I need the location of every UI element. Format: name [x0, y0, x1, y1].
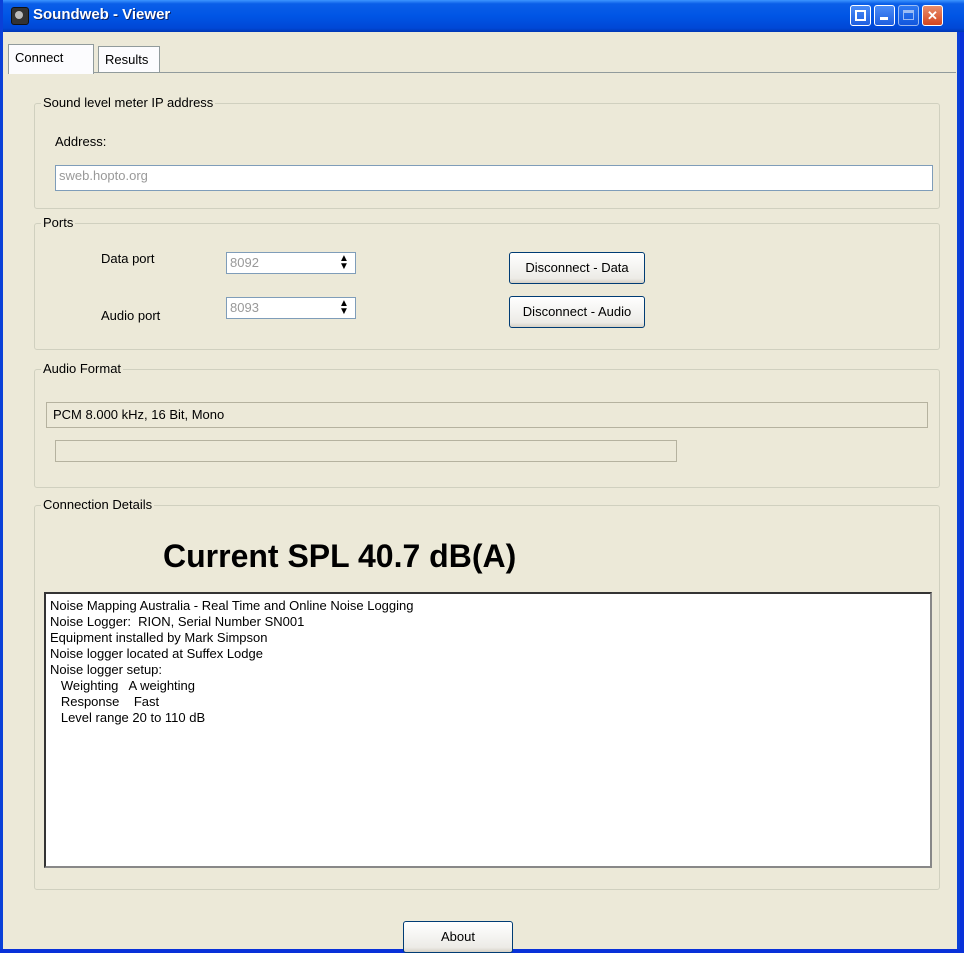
close-button[interactable]: ✕ [922, 5, 943, 26]
data-port-label: Data port [101, 251, 155, 266]
main-window: Soundweb - Viewer ✕ Connect Results Soun… [0, 0, 964, 953]
maximize-icon [903, 10, 914, 20]
connect-tab-page: Sound level meter IP address Address: sw… [8, 72, 956, 953]
tab-results[interactable]: Results [98, 46, 160, 72]
connection-log-textarea[interactable]: Noise Mapping Australia - Real Time and … [44, 592, 932, 868]
minimize-icon [880, 17, 888, 20]
ports-group-legend: Ports [41, 215, 76, 230]
audio-format-legend: Audio Format [41, 361, 124, 376]
tab-connect[interactable]: Connect [8, 44, 94, 74]
spin-arrows-icon[interactable]: ▲ ▼ [336, 299, 352, 317]
disconnect-data-button[interactable]: Disconnect - Data [509, 252, 645, 284]
audio-port-label: Audio port [101, 308, 161, 323]
maximize-button[interactable] [898, 5, 919, 26]
data-port-value: 8092 [230, 255, 259, 270]
data-port-stepper[interactable]: 8092 ▲ ▼ [226, 252, 356, 274]
help-button[interactable] [850, 5, 871, 26]
ip-address-group: Sound level meter IP address Address: sw… [34, 95, 940, 209]
spin-arrows-icon[interactable]: ▲ ▼ [336, 254, 352, 272]
audio-format-value: PCM 8.000 kHz, 16 Bit, Mono [46, 402, 928, 428]
audio-port-value: 8093 [230, 300, 259, 315]
address-input[interactable]: sweb.hopto.org [55, 165, 933, 191]
app-icon[interactable] [11, 7, 29, 25]
disconnect-audio-button[interactable]: Disconnect - Audio [509, 296, 645, 328]
address-label: Address: [55, 134, 107, 149]
ip-group-legend: Sound level meter IP address [41, 95, 216, 110]
ports-group: Ports Data port 8092 ▲ ▼ Audio port 8093 … [34, 215, 940, 350]
close-icon: ✕ [927, 8, 938, 23]
connection-details-legend: Connection Details [41, 497, 155, 512]
current-spl-readout: Current SPL 40.7 dB(A) [163, 538, 517, 574]
minimize-button[interactable] [874, 5, 895, 26]
title-bar[interactable]: Soundweb - Viewer ✕ [3, 0, 964, 32]
audio-progress-bar [55, 440, 677, 462]
connection-details-group: Connection Details Current SPL 40.7 dB(A… [34, 497, 940, 890]
audio-port-stepper[interactable]: 8093 ▲ ▼ [226, 297, 356, 319]
audio-format-group: Audio Format PCM 8.000 kHz, 16 Bit, Mono [34, 361, 940, 488]
window-title: Soundweb - Viewer [33, 6, 171, 23]
about-button[interactable]: About [403, 921, 513, 953]
help-icon [855, 10, 866, 21]
